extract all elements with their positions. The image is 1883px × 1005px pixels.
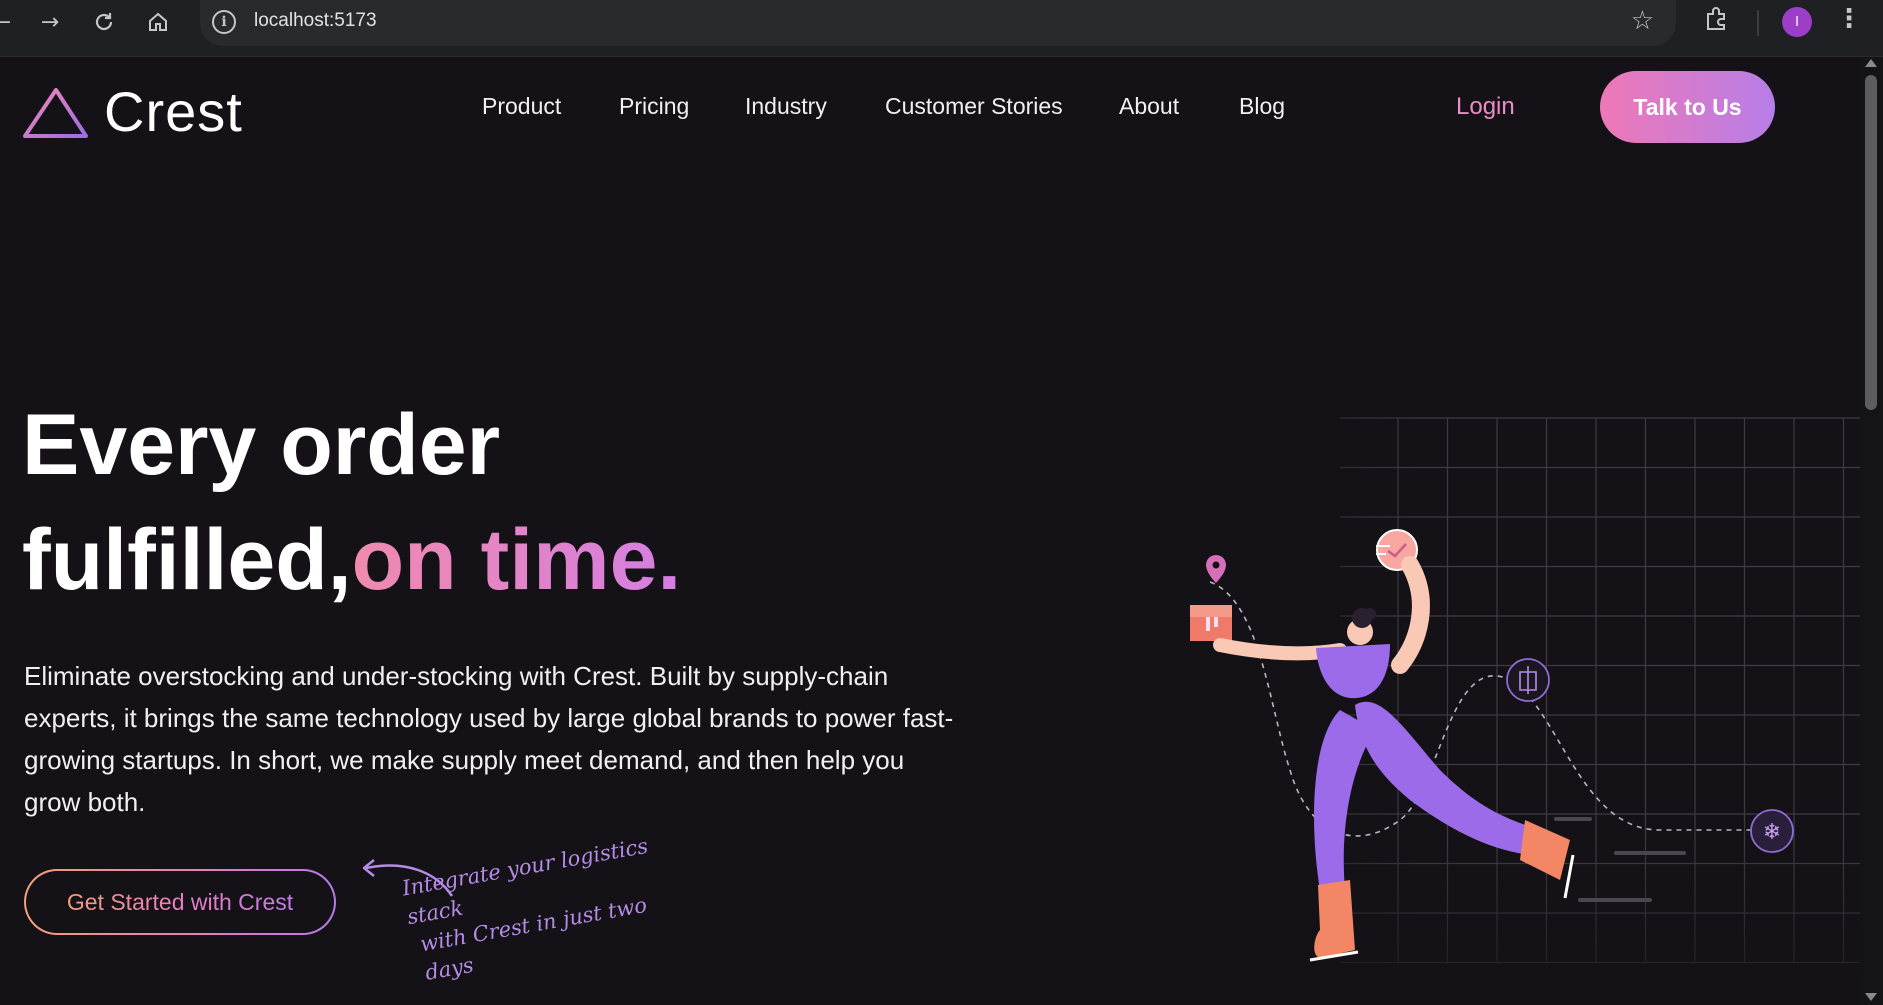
home-icon[interactable] (142, 6, 174, 38)
hero-title-line2: fulfilled, (22, 512, 352, 608)
nav-industry[interactable]: Industry (745, 93, 827, 120)
scroll-down-arrow-icon[interactable] (1865, 993, 1877, 1001)
nav-about[interactable]: About (1119, 93, 1179, 120)
forward-arrow-icon[interactable]: → (34, 6, 66, 38)
address-url[interactable]: localhost:5173 (254, 10, 377, 32)
profile-avatar[interactable]: I (1782, 7, 1812, 37)
bookmark-star-icon[interactable]: ☆ (1631, 6, 1654, 36)
brand-name: Crest (104, 80, 243, 143)
hero-illustration: ❄ (1180, 410, 1860, 980)
browser-menu-icon[interactable]: ⋮ (1836, 4, 1862, 34)
hero-description: Eliminate overstocking and under-stockin… (24, 661, 954, 817)
site-info-icon[interactable]: i (212, 10, 236, 34)
get-started-button[interactable]: Get Started with Crest (24, 869, 336, 935)
get-started-label: Get Started with Crest (66, 888, 294, 915)
svg-text:❄: ❄ (1763, 820, 1781, 845)
hero-title: Every order fulfilled,on time. (22, 388, 681, 618)
gift-icon (1506, 658, 1550, 702)
scroll-up-arrow-icon[interactable] (1865, 59, 1877, 67)
extensions-icon[interactable] (1703, 6, 1729, 39)
address-bar[interactable]: i localhost:5173 ☆ (200, 0, 1676, 46)
crest-logo-icon (23, 87, 88, 138)
hero-title-line1: Every order (22, 397, 501, 493)
hero-title-accent: on time. (351, 512, 682, 608)
login-link[interactable]: Login (1456, 93, 1515, 121)
snowflake-icon: ❄ (1750, 809, 1794, 853)
nav-blog[interactable]: Blog (1239, 93, 1285, 120)
toolbar-divider (1757, 10, 1759, 36)
back-arrow-icon[interactable]: ← (0, 6, 18, 38)
site-header: Crest Product Pricing Industry Customer … (0, 57, 1859, 157)
nav-customer-stories[interactable]: Customer Stories (885, 93, 1063, 120)
brand-logo[interactable]: Crest (22, 79, 243, 144)
nav-pricing[interactable]: Pricing (619, 93, 689, 120)
package-box-icon (1190, 605, 1232, 641)
scrollbar-thumb[interactable] (1865, 75, 1877, 410)
browser-toolbar: ← → i localhost:5173 ☆ I ⋮ (0, 0, 1883, 57)
nav-product[interactable]: Product (482, 93, 561, 120)
talk-to-us-button[interactable]: Talk to Us (1600, 71, 1775, 143)
page-scrollbar[interactable] (1859, 57, 1883, 1005)
reload-icon[interactable] (88, 6, 120, 38)
